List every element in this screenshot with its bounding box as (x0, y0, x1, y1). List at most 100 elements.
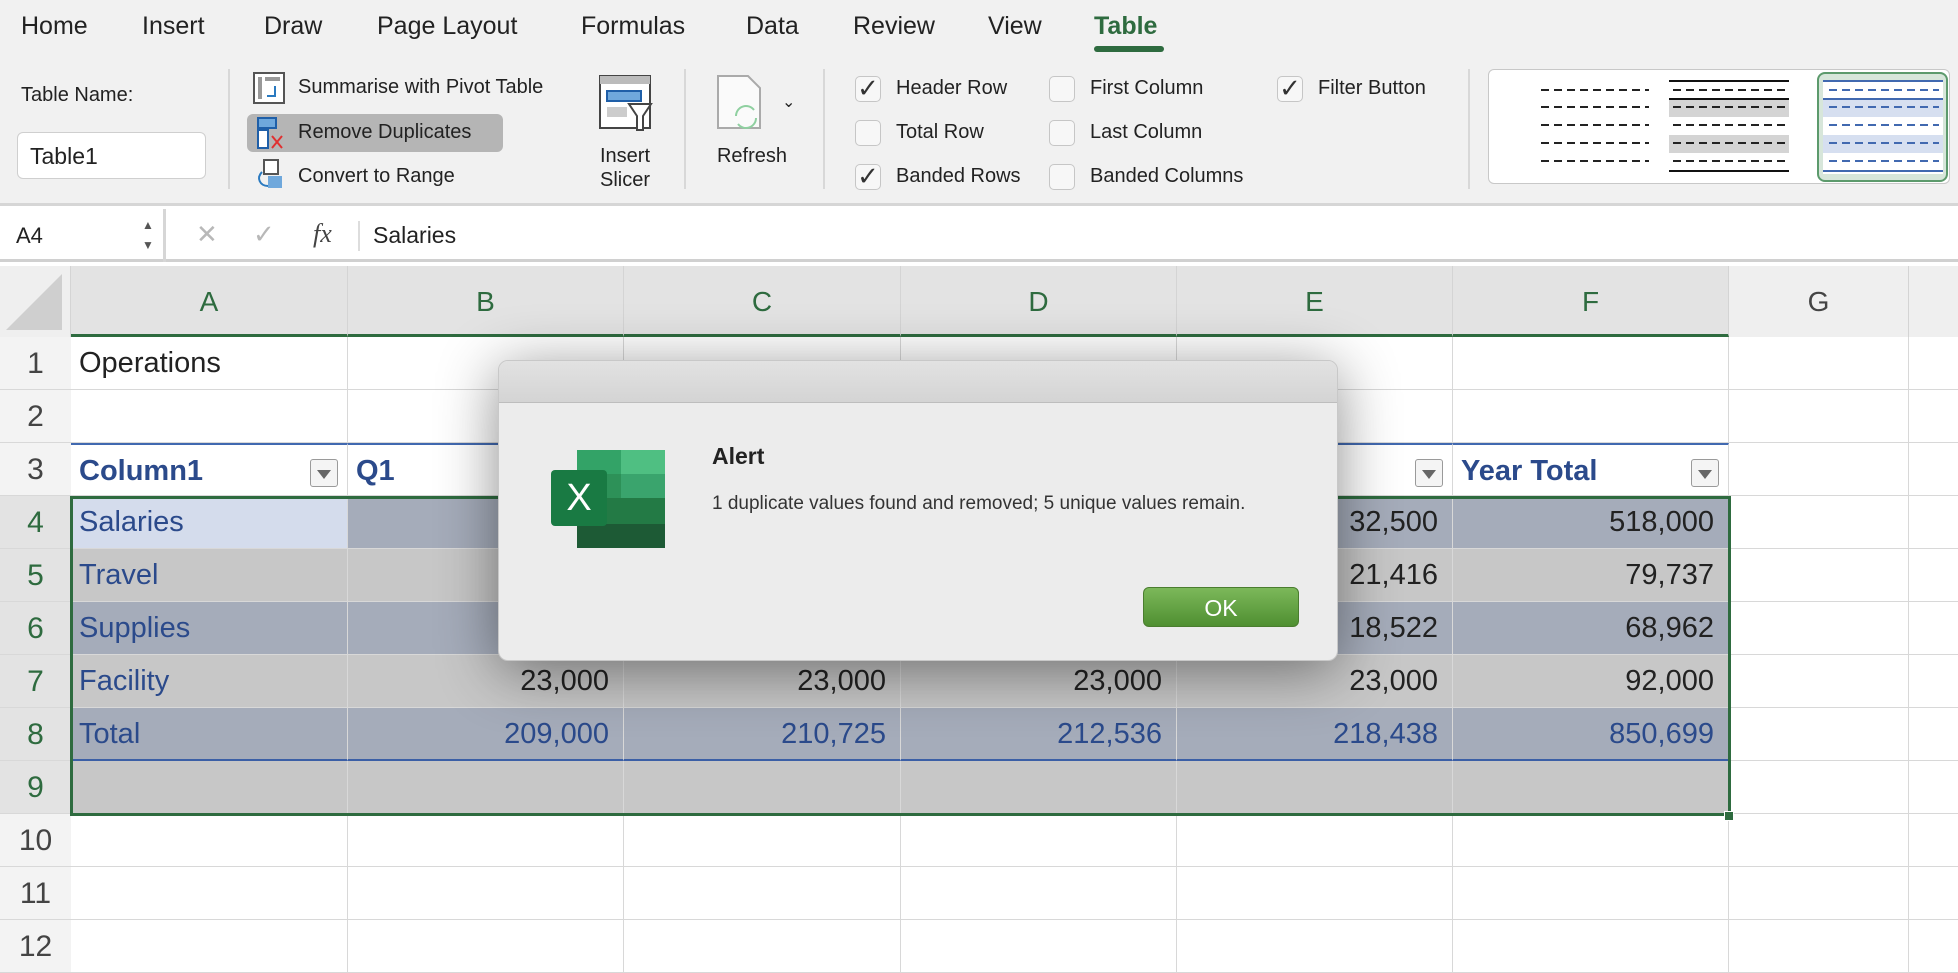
cell-A3[interactable]: Column1 (71, 443, 348, 496)
tab-insert[interactable]: Insert (142, 12, 205, 41)
cell-C10[interactable] (624, 814, 901, 867)
cell-F12[interactable] (1453, 920, 1729, 973)
cell-D9[interactable] (901, 761, 1177, 814)
table-styles-gallery[interactable] (1488, 69, 1950, 184)
column-header-D[interactable]: D (901, 266, 1177, 337)
option-label[interactable]: Total Row (896, 121, 984, 144)
cell-B7[interactable]: 23,000 (348, 655, 624, 708)
row-header-10[interactable]: 10 (0, 814, 71, 867)
cell-H5[interactable] (1909, 549, 1958, 602)
name-box-stepper-icon[interactable]: ▲ ▼ (142, 215, 154, 255)
cell-A10[interactable] (71, 814, 348, 867)
row-header-9[interactable]: 9 (0, 761, 71, 814)
cell-G2[interactable] (1729, 390, 1909, 443)
remove-duplicates-button[interactable]: Remove Duplicates (298, 121, 471, 144)
column-header-B[interactable]: B (348, 266, 624, 337)
cell-H9[interactable] (1909, 761, 1958, 814)
row-header-3[interactable]: 3 (0, 443, 71, 496)
filter-dropdown-icon[interactable] (310, 459, 338, 487)
tab-draw[interactable]: Draw (264, 12, 322, 41)
cell-B9[interactable] (348, 761, 624, 814)
convert-to-range-button[interactable]: Convert to Range (298, 165, 455, 188)
cell-H6[interactable] (1909, 602, 1958, 655)
option-label[interactable]: Filter Button (1318, 77, 1426, 100)
row-header-6[interactable]: 6 (0, 602, 71, 655)
formula-input[interactable]: Salaries (373, 222, 456, 249)
refresh-button[interactable]: Refresh (712, 145, 792, 168)
option-label[interactable]: Last Column (1090, 121, 1202, 144)
cell-F6[interactable]: 68,962 (1453, 602, 1729, 655)
cell-G5[interactable] (1729, 549, 1909, 602)
insert-slicer-label-2[interactable]: Slicer (597, 169, 653, 192)
cell-C11[interactable] (624, 867, 901, 920)
checkbox-banded-rows[interactable]: ✓ (855, 163, 881, 190)
cell-A11[interactable] (71, 867, 348, 920)
column-header-C[interactable]: C (624, 266, 901, 337)
cell-A9[interactable] (71, 761, 348, 814)
tab-review[interactable]: Review (853, 12, 935, 41)
cell-E7[interactable]: 23,000 (1177, 655, 1453, 708)
filter-dropdown-icon[interactable] (1415, 459, 1443, 487)
cell-F8[interactable]: 850,699 (1453, 708, 1729, 761)
cell-B8[interactable]: 209,000 (348, 708, 624, 761)
cell-G6[interactable] (1729, 602, 1909, 655)
tab-page-layout[interactable]: Page Layout (377, 12, 517, 41)
cell-D10[interactable] (901, 814, 1177, 867)
cell-A8[interactable]: Total (71, 708, 348, 761)
cell-F7[interactable]: 92,000 (1453, 655, 1729, 708)
row-header-5[interactable]: 5 (0, 549, 71, 602)
cell-E11[interactable] (1177, 867, 1453, 920)
cell-G10[interactable] (1729, 814, 1909, 867)
option-label[interactable]: Banded Columns (1090, 165, 1243, 188)
column-header-G[interactable]: G (1729, 266, 1909, 337)
cell-H4[interactable] (1909, 496, 1958, 549)
cell-F4[interactable]: 518,000 (1453, 496, 1729, 549)
column-header-A[interactable]: A (71, 266, 348, 337)
summarise-pivot-button[interactable]: Summarise with Pivot Table (298, 76, 543, 99)
cell-B12[interactable] (348, 920, 624, 973)
cell-H8[interactable] (1909, 708, 1958, 761)
table-name-input[interactable]: Table1 (17, 132, 206, 179)
row-header-4[interactable]: 4 (0, 496, 71, 549)
cell-A12[interactable] (71, 920, 348, 973)
tab-data[interactable]: Data (746, 12, 799, 41)
cell-F5[interactable]: 79,737 (1453, 549, 1729, 602)
cell-B11[interactable] (348, 867, 624, 920)
cell-C8[interactable]: 210,725 (624, 708, 901, 761)
cell-G8[interactable] (1729, 708, 1909, 761)
tab-home[interactable]: Home (21, 12, 88, 41)
tab-view[interactable]: View (988, 12, 1042, 41)
cell-E10[interactable] (1177, 814, 1453, 867)
cell-G11[interactable] (1729, 867, 1909, 920)
checkbox-banded-columns[interactable] (1049, 164, 1075, 190)
cell-F10[interactable] (1453, 814, 1729, 867)
cell-A2[interactable] (71, 390, 348, 443)
cell-D8[interactable]: 212,536 (901, 708, 1177, 761)
cell-G1[interactable] (1729, 337, 1909, 390)
cell-H1[interactable] (1909, 337, 1958, 390)
cell-G3[interactable] (1729, 443, 1909, 496)
cell-H3[interactable] (1909, 443, 1958, 496)
row-header-8[interactable]: 8 (0, 708, 71, 761)
cell-E8[interactable]: 218,438 (1177, 708, 1453, 761)
cell-G7[interactable] (1729, 655, 1909, 708)
cancel-icon[interactable]: ✕ (196, 219, 218, 250)
cell-F9[interactable] (1453, 761, 1729, 814)
filter-dropdown-icon[interactable] (1691, 459, 1719, 487)
checkbox-filter-button[interactable]: ✓ (1277, 75, 1303, 102)
cell-H12[interactable] (1909, 920, 1958, 973)
refresh-dropdown-chevron-icon[interactable]: ⌄ (782, 92, 795, 112)
cell-F3[interactable]: Year Total (1453, 443, 1729, 496)
row-header-1[interactable]: 1 (0, 337, 71, 390)
checkbox-header-row[interactable]: ✓ (855, 75, 881, 102)
option-label[interactable]: First Column (1090, 77, 1203, 100)
cell-A6[interactable]: Supplies (71, 602, 348, 655)
cell-G9[interactable] (1729, 761, 1909, 814)
cell-G12[interactable] (1729, 920, 1909, 973)
cell-F1[interactable] (1453, 337, 1729, 390)
row-header-11[interactable]: 11 (0, 867, 71, 920)
cell-H7[interactable] (1909, 655, 1958, 708)
cell-A5[interactable]: Travel (71, 549, 348, 602)
checkbox-first-column[interactable] (1049, 76, 1075, 102)
row-header-2[interactable]: 2 (0, 390, 71, 443)
